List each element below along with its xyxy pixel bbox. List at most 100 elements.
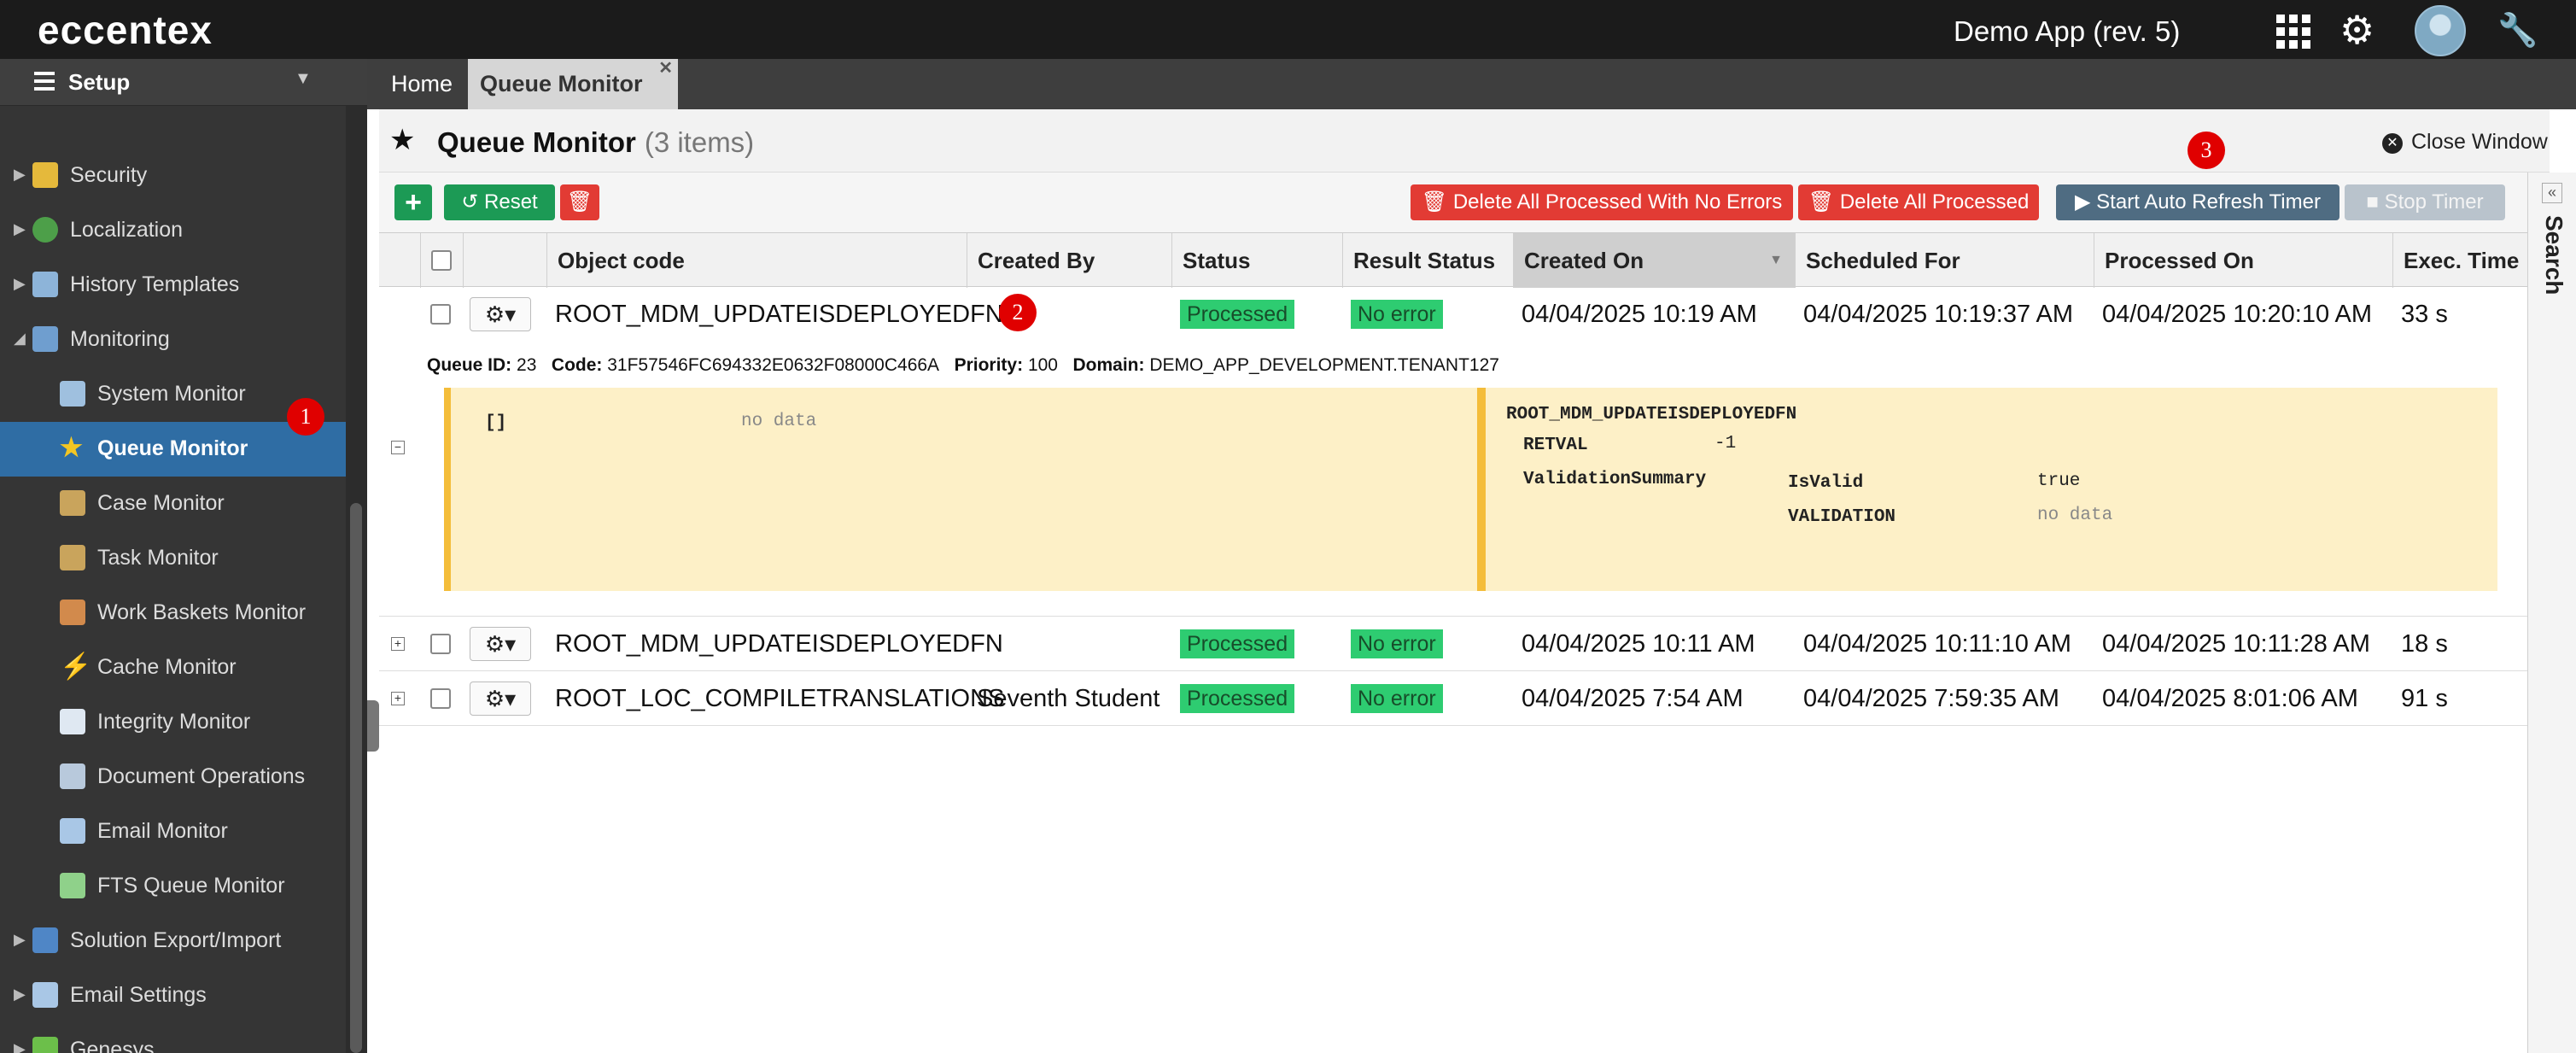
puzzle-icon <box>32 1037 58 1053</box>
reset-button[interactable]: ↺ Reset <box>444 184 555 220</box>
favorite-star-icon[interactable]: ★ <box>389 123 415 157</box>
column-scheduled-for[interactable]: Scheduled For <box>1795 233 2094 288</box>
column-status[interactable]: Status <box>1171 233 1342 288</box>
queue-code: 31F57546FC694332E0632F08000C466A <box>607 355 940 375</box>
sidebar-item-localization[interactable]: ▶ Localization <box>0 203 346 258</box>
sidebar-item-work-baskets-monitor[interactable]: Work Baskets Monitor <box>0 586 346 641</box>
cell-processed-on: 04/04/2025 8:01:06 AM <box>2102 685 2358 712</box>
sidebar-title: Setup <box>68 69 131 95</box>
cell-exec-time: 91 s <box>2401 685 2448 712</box>
column-result-status[interactable]: Result Status <box>1342 233 1513 288</box>
collapse-arrow-icon[interactable]: ◢ <box>14 330 26 348</box>
expand-arrow-icon[interactable]: ▶ <box>14 931 26 949</box>
sidebar-item-cache-monitor[interactable]: ⚡ Cache Monitor <box>0 641 346 695</box>
domain-label: Domain: <box>1072 355 1145 375</box>
row-actions-gear-button[interactable]: ⚙▾ <box>470 682 531 716</box>
expand-arrow-icon[interactable]: ▶ <box>14 1040 26 1053</box>
annotation-badge: 1 <box>287 398 324 436</box>
row-actions-gear-button[interactable]: ⚙▾ <box>470 627 531 661</box>
sidebar-item-solution-export-import[interactable]: ▶ Solution Export/Import <box>0 914 346 968</box>
expand-arrow-icon[interactable]: ▶ <box>14 220 26 238</box>
sidebar-item-case-monitor[interactable]: Case Monitor <box>0 477 346 531</box>
sidebar-item-security[interactable]: ▶ Security <box>0 149 346 203</box>
table-row[interactable]: + ⚙▾ ROOT_LOC_COMPILETRANSLATIONS Sevent… <box>379 671 2527 726</box>
monitor-icon <box>32 326 58 352</box>
sidebar-item-task-monitor[interactable]: Task Monitor <box>0 531 346 586</box>
sidebar-item-label: Case Monitor <box>97 491 225 515</box>
input-key: [] <box>485 413 507 433</box>
column-object-code[interactable]: Object code <box>546 233 967 288</box>
row-checkbox[interactable] <box>430 634 451 654</box>
chevron-down-icon[interactable]: ▼ <box>295 69 312 89</box>
tab-queue-monitor[interactable]: Queue Monitor ✕ <box>468 59 678 109</box>
row-actions-gear-button[interactable]: ⚙▾ <box>470 297 531 331</box>
status-badge: Processed <box>1180 629 1295 658</box>
button-label: Delete All Processed With No Errors <box>1452 190 1783 214</box>
column-created-by[interactable]: Created By <box>967 233 1171 288</box>
stop-timer-button[interactable]: ■ Stop Timer <box>2345 184 2505 220</box>
column-exec-time[interactable]: Exec. Time <box>2392 233 2527 288</box>
validation-value: no data <box>2037 506 2113 525</box>
column-label: Created On <box>1524 248 1644 273</box>
sidebar-item-email-settings[interactable]: ▶ Email Settings <box>0 968 346 1023</box>
add-button[interactable]: + <box>394 184 432 220</box>
search-panel-collapsed[interactable]: « Search <box>2527 173 2576 1053</box>
cell-created-by: Seventh Student <box>977 685 1160 712</box>
apps-grid-icon[interactable] <box>2276 15 2310 49</box>
collapse-row-icon[interactable]: − <box>391 441 405 454</box>
expand-panel-icon[interactable]: « <box>2542 183 2562 203</box>
sidebar-collapse-handle[interactable] <box>367 700 379 752</box>
sidebar-item-email-monitor[interactable]: Email Monitor <box>0 804 346 859</box>
sidebar-item-label: Genesys <box>70 1038 155 1053</box>
gear-icon[interactable]: ⚙ <box>2339 9 2374 51</box>
sidebar-item-label: Security <box>70 163 148 187</box>
button-label: Start Auto Refresh Timer <box>2096 190 2321 214</box>
page-title-text: Queue Monitor <box>437 126 636 158</box>
delete-all-processed-button[interactable]: 🗑 Delete All Processed <box>1798 184 2039 220</box>
email-settings-icon <box>32 982 58 1008</box>
sidebar-item-genesys[interactable]: ▶ Genesys <box>0 1023 346 1053</box>
expand-arrow-icon[interactable]: ▶ <box>14 166 26 184</box>
row-checkbox[interactable] <box>430 688 451 709</box>
expand-row-icon[interactable]: + <box>391 637 405 651</box>
retval-label: RETVAL <box>1523 436 1588 455</box>
table-row-expanded[interactable]: − ⚙▾ ROOT_MDM_UPDATEISDEPLOYEDFN Process… <box>379 287 2527 617</box>
function-name: ROOT_MDM_UPDATEISDEPLOYEDFN <box>1506 405 1797 424</box>
sidebar-header[interactable]: Setup ▼ <box>0 59 367 106</box>
delete-button[interactable]: 🗑 <box>560 184 599 220</box>
expand-arrow-icon[interactable]: ▶ <box>14 275 26 293</box>
expand-row-icon[interactable]: + <box>391 692 405 705</box>
sidebar-item-history-templates[interactable]: ▶ History Templates <box>0 258 346 313</box>
close-window-button[interactable]: ✕ Close Window <box>2382 130 2548 155</box>
close-tab-icon[interactable]: ✕ <box>658 44 673 94</box>
select-all-checkbox[interactable] <box>431 250 452 271</box>
start-auto-refresh-timer-button[interactable]: ▶ Start Auto Refresh Timer <box>2056 184 2339 220</box>
star-icon: ★ <box>60 434 83 462</box>
sidebar-item-fts-queue-monitor[interactable]: FTS Queue Monitor <box>0 859 346 914</box>
table-row[interactable]: + ⚙▾ ROOT_MDM_UPDATEISDEPLOYEDFN Process… <box>379 617 2527 671</box>
app-logo[interactable]: eccentex <box>38 7 213 53</box>
cell-exec-time: 33 s <box>2401 301 2448 328</box>
search-panel-label: Search <box>2541 215 2567 295</box>
column-created-on[interactable]: Created On ▼ <box>1513 233 1795 288</box>
lightning-icon: ⚡ <box>60 652 92 681</box>
avatar[interactable] <box>2415 5 2466 56</box>
sidebar: Setup ▼ ▶ Security ▶ Localization ▶ Hist… <box>0 59 367 1053</box>
wrench-icon[interactable]: 🔧 <box>2497 12 2538 50</box>
column-processed-on[interactable]: Processed On <box>2094 233 2392 288</box>
sidebar-item-monitoring[interactable]: ◢ Monitoring <box>0 313 346 367</box>
menu-icon[interactable] <box>34 72 55 91</box>
play-icon: ▶ <box>2075 190 2091 214</box>
delete-all-processed-no-errors-button[interactable]: 🗑 Delete All Processed With No Errors <box>1411 184 1793 220</box>
row-checkbox[interactable] <box>430 304 451 325</box>
sidebar-item-label: Monitoring <box>70 327 170 351</box>
expand-arrow-icon[interactable]: ▶ <box>14 986 26 1003</box>
cell-created-on: 04/04/2025 10:19 AM <box>1522 301 1757 328</box>
status-badge: Processed <box>1180 684 1295 713</box>
cell-object-code: ROOT_LOC_COMPILETRANSLATIONS <box>555 685 1005 712</box>
tab-home[interactable]: Home <box>379 59 464 109</box>
sidebar-item-integrity-monitor[interactable]: Integrity Monitor <box>0 695 346 750</box>
sidebar-item-document-operations[interactable]: Document Operations <box>0 750 346 804</box>
sidebar-scrollbar-thumb[interactable] <box>350 503 362 1053</box>
cell-processed-on: 04/04/2025 10:11:28 AM <box>2102 630 2370 658</box>
